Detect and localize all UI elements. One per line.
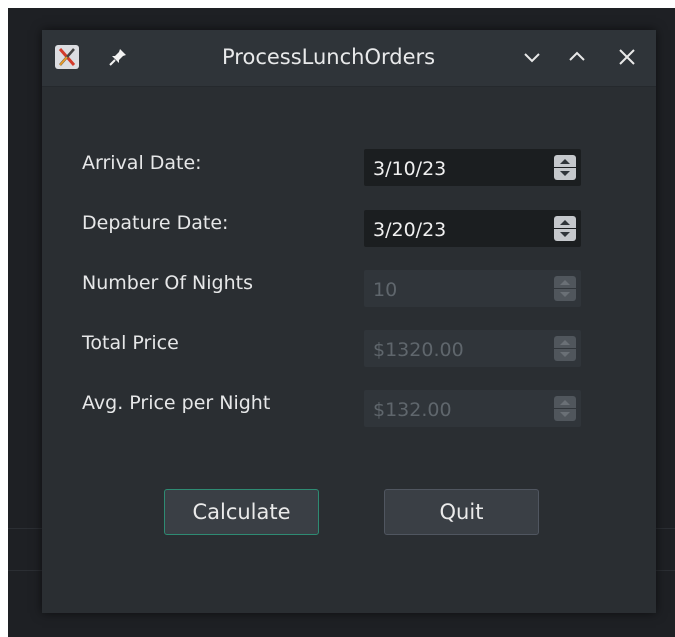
number-of-nights-label: Number Of Nights: [82, 272, 253, 294]
number-of-nights-spinbox: 10: [364, 270, 581, 307]
spin-up-button: [554, 336, 576, 348]
total-price-label: Total Price: [82, 332, 179, 354]
spin-down-button[interactable]: [554, 168, 576, 180]
pin-icon[interactable]: [108, 47, 128, 67]
total-price-spin-buttons: [554, 336, 576, 362]
departure-date-spinbox[interactable]: 3/20/23: [364, 210, 581, 247]
departure-date-spin-buttons[interactable]: [554, 216, 576, 242]
avg-price-per-night-spinbox: $132.00: [364, 390, 581, 427]
spin-up-button: [554, 276, 576, 288]
arrival-date-spinbox[interactable]: 3/10/23: [364, 149, 581, 186]
spin-down-button: [554, 349, 576, 361]
spin-down-button: [554, 289, 576, 301]
departure-date-value[interactable]: 3/20/23: [373, 219, 446, 241]
arrival-date-label: Arrival Date:: [82, 152, 202, 174]
spin-down-button: [554, 409, 576, 421]
app-icon[interactable]: [55, 45, 79, 69]
spin-up-button: [554, 396, 576, 408]
spin-down-button[interactable]: [554, 229, 576, 241]
number-of-nights-spin-buttons: [554, 276, 576, 302]
arrival-date-value[interactable]: 3/10/23: [373, 158, 446, 180]
avg-price-per-night-value: $132.00: [373, 399, 452, 421]
spin-up-button[interactable]: [554, 155, 576, 167]
arrival-date-spin-buttons[interactable]: [554, 155, 576, 181]
title-bar[interactable]: ProcessLunchOrders: [42, 30, 656, 87]
avg-price-per-night-label: Avg. Price per Night: [82, 392, 271, 414]
maximize-button[interactable]: [566, 46, 588, 68]
spin-up-button[interactable]: [554, 216, 576, 228]
app-window: ProcessLunchOrders Arrival Date: 3/10/23: [42, 30, 656, 613]
calculate-button[interactable]: Calculate: [164, 489, 319, 535]
total-price-value: $1320.00: [373, 339, 464, 361]
departure-date-label: Depature Date:: [82, 212, 229, 234]
minimize-button[interactable]: [521, 46, 543, 68]
quit-button[interactable]: Quit: [384, 489, 539, 535]
total-price-spinbox: $1320.00: [364, 330, 581, 367]
close-button[interactable]: [616, 46, 638, 68]
avg-price-per-night-spin-buttons: [554, 396, 576, 422]
window-title: ProcessLunchOrders: [222, 45, 436, 69]
number-of-nights-value: 10: [373, 279, 398, 301]
